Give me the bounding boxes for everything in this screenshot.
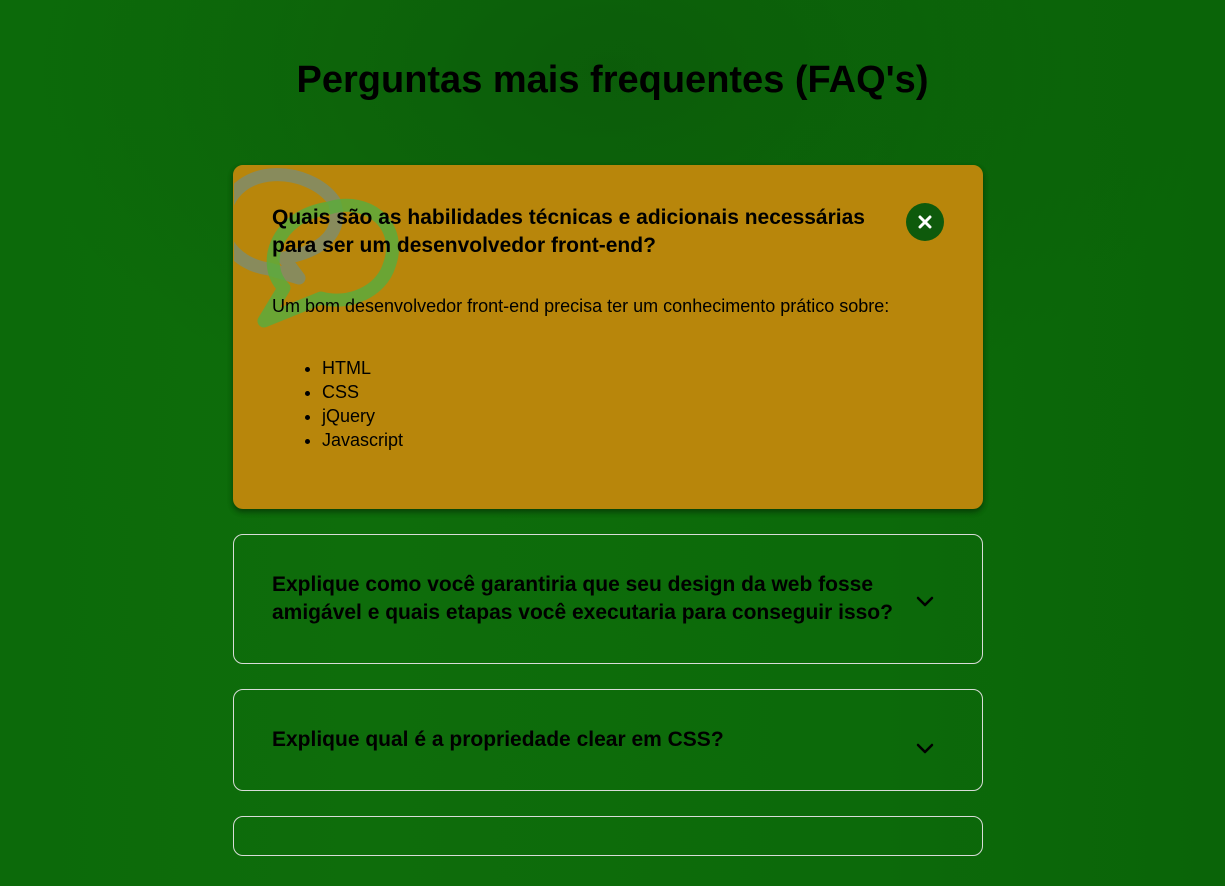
faq-item[interactable]: Explique como você garantiria que seu de… xyxy=(233,534,983,664)
faq-list: Quais são as habilidades técnicas e adic… xyxy=(233,165,983,881)
faq-question: Quais são as habilidades técnicas e adic… xyxy=(272,206,865,257)
faq-item[interactable] xyxy=(233,816,983,856)
faq-close-button[interactable] xyxy=(906,203,944,241)
chevron-down-icon xyxy=(916,596,934,607)
faq-answer: Um bom desenvolvedor front-end precisa t… xyxy=(272,296,890,316)
faq-expand-button[interactable] xyxy=(906,583,944,621)
list-item: CSS xyxy=(322,380,896,404)
faq-question: Explique qual é a propriedade clear em C… xyxy=(272,728,724,751)
faq-question: Explique como você garantiria que seu de… xyxy=(272,573,893,624)
list-item: Javascript xyxy=(322,428,896,452)
list-item: jQuery xyxy=(322,404,896,428)
page-title: Perguntas mais frequentes (FAQ's) xyxy=(296,59,929,101)
faq-answer-list: HTML CSS jQuery Javascript xyxy=(272,356,896,452)
faq-item-open[interactable]: Quais são as habilidades técnicas e adic… xyxy=(233,165,983,509)
faq-expand-button[interactable] xyxy=(906,730,944,768)
faq-item[interactable]: Explique qual é a propriedade clear em C… xyxy=(233,689,983,791)
close-icon xyxy=(918,215,932,229)
list-item: HTML xyxy=(322,356,896,380)
chevron-down-icon xyxy=(916,743,934,754)
